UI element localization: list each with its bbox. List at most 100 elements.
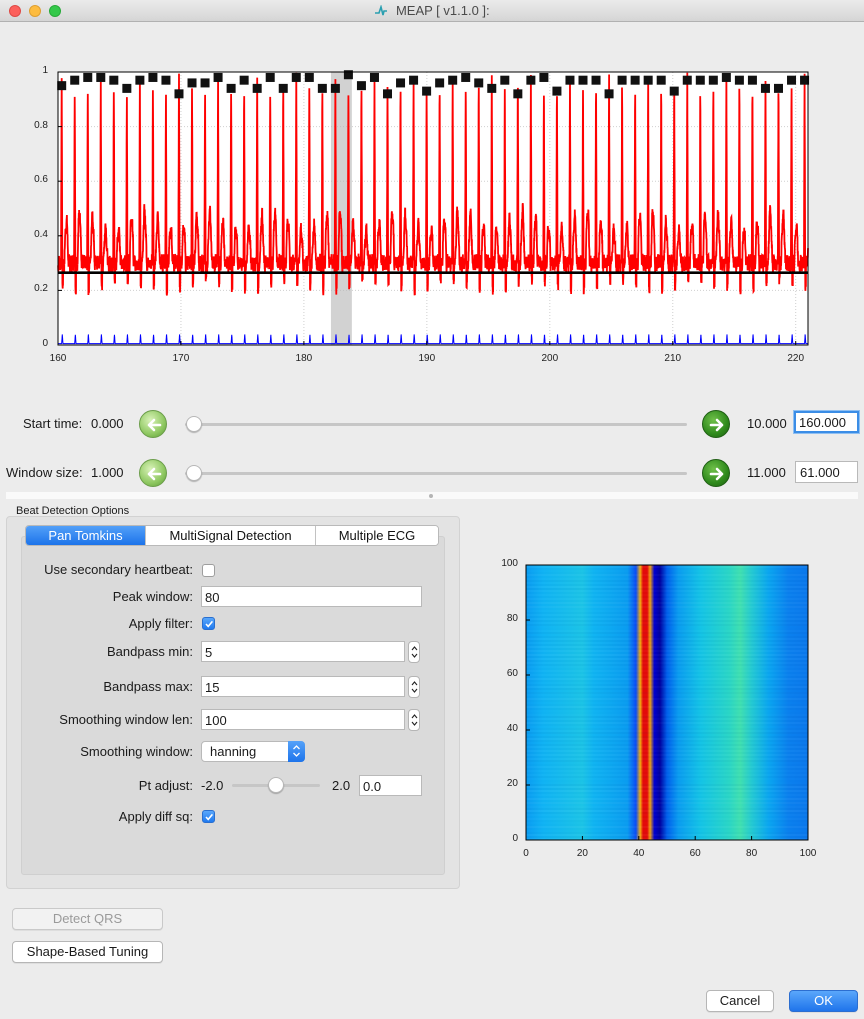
beat-marker (330, 83, 340, 93)
beat-marker (669, 86, 679, 96)
beat-marker (422, 86, 432, 96)
use-secondary-checkbox[interactable] (202, 564, 215, 577)
ok-button[interactable]: OK (789, 990, 858, 1012)
cancel-button[interactable]: Cancel (706, 990, 774, 1012)
use-secondary-label: Use secondary heartbeat: (44, 562, 193, 577)
ecg-plot-area (58, 72, 808, 345)
window-size-increase-button[interactable] (702, 459, 730, 487)
arrow-right-icon (709, 418, 724, 432)
ecg-y-tick-label: 0.4 (34, 228, 48, 240)
stepper-icon (411, 646, 418, 658)
tab-multiple-ecg[interactable]: Multiple ECG (316, 526, 438, 545)
beat-marker (787, 75, 797, 85)
beat-detection-title: Beat Detection Options (16, 505, 130, 517)
start-time-decrease-button[interactable] (139, 410, 167, 438)
start-time-slider-track[interactable] (185, 423, 687, 426)
beat-heatmap: 0 20 40 60 80 100 0 20 40 60 80 100 (480, 555, 820, 865)
beat-marker (461, 72, 471, 82)
apply-filter-checkbox[interactable] (202, 617, 215, 630)
beat-marker (291, 72, 301, 82)
window-size-slider-knob[interactable] (186, 465, 202, 481)
beat-marker (565, 75, 575, 85)
apply-diff-checkbox[interactable] (202, 810, 215, 823)
heatmap-x-tick-label: 100 (799, 848, 817, 859)
beat-marker (526, 75, 536, 85)
beat-marker (278, 83, 288, 93)
ecg-plot-canvas (57, 70, 810, 346)
beat-marker (448, 75, 458, 85)
beat-marker (539, 72, 549, 82)
beat-marker (109, 75, 119, 85)
window-size-decrease-button[interactable] (139, 459, 167, 487)
bandpass-max-input[interactable]: 15 (201, 676, 405, 697)
bandpass-min-input[interactable]: 5 (201, 641, 405, 662)
start-time-min: 0.000 (91, 416, 124, 431)
beat-marker (435, 78, 445, 88)
start-time-input[interactable]: 160.000 (794, 411, 859, 433)
bandpass-min-stepper[interactable] (408, 641, 420, 663)
bandpass-min-label: Bandpass min: (107, 644, 193, 659)
heatmap-x-tick-label: 0 (523, 848, 529, 859)
beat-marker (226, 83, 236, 93)
tab-multisignal-detection[interactable]: MultiSignal Detection (146, 526, 316, 545)
heatmap-y-tick-label: 0 (512, 833, 518, 844)
beat-marker (578, 75, 588, 85)
beat-marker (643, 75, 653, 85)
heatmap-y-tick-label: 40 (506, 723, 518, 734)
heatmap-x-tick-label: 80 (746, 848, 758, 859)
smoothing-len-input[interactable]: 100 (201, 709, 405, 730)
peak-window-input[interactable]: 80 (201, 586, 422, 607)
beat-marker (356, 81, 366, 91)
splitter-handle-icon[interactable] (429, 494, 433, 498)
beat-marker (591, 75, 601, 85)
ecg-plot[interactable]: 0 0.2 0.4 0.6 0.8 1 160 170 180 190 200 210 220 (0, 60, 864, 372)
heatmap-x-tick-label: 60 (689, 848, 701, 859)
pt-adjust-input[interactable]: 0.0 (359, 775, 422, 796)
start-time-slider-knob[interactable] (186, 416, 202, 432)
beat-marker (174, 89, 184, 99)
beat-marker (148, 72, 158, 82)
beat-marker (96, 72, 106, 82)
chevron-updown-icon (293, 745, 300, 757)
beat-marker (747, 75, 757, 85)
ecg-x-tick-label: 200 (541, 353, 559, 364)
beat-marker (708, 75, 718, 85)
detect-qrs-button[interactable]: Detect QRS (12, 908, 163, 930)
checkmark-icon (205, 813, 214, 821)
beat-marker (135, 75, 145, 85)
heatmap-x-tick-label: 20 (576, 848, 588, 859)
pt-adjust-slider-knob[interactable] (268, 777, 284, 793)
tab-pan-tomkins[interactable]: Pan Tomkins (26, 526, 146, 545)
pt-adjust-label: Pt adjust: (138, 778, 193, 793)
start-time-increase-button[interactable] (702, 410, 730, 438)
ecg-y-tick-label: 0.8 (34, 119, 48, 131)
start-time-label: Start time: (23, 416, 83, 431)
smoothing-window-select[interactable]: hanning (201, 741, 305, 762)
beat-marker (57, 81, 67, 91)
heatmap-y-tick-label: 60 (506, 668, 518, 679)
ecg-x-tick-label: 220 (787, 353, 805, 364)
bandpass-max-stepper[interactable] (408, 676, 420, 698)
arrow-right-icon (709, 467, 724, 481)
ecg-y-tick-label: 0.2 (34, 283, 48, 295)
beat-marker (187, 78, 197, 88)
heatmap-y-tick-label: 20 (506, 778, 518, 789)
beat-marker (369, 72, 379, 82)
window-size-slider-track[interactable] (185, 472, 687, 475)
window-size-input[interactable]: 61.000 (795, 461, 858, 483)
beat-marker (239, 75, 249, 85)
ecg-y-tick-label: 0 (42, 338, 48, 349)
beat-marker (265, 72, 275, 82)
beat-marker (396, 78, 406, 88)
beat-marker (721, 72, 731, 82)
shape-based-tuning-button[interactable]: Shape-Based Tuning (12, 941, 163, 963)
beat-marker (122, 83, 132, 93)
smoothing-len-stepper[interactable] (408, 709, 420, 731)
beat-marker (487, 83, 497, 93)
start-time-max: 10.000 (747, 416, 787, 431)
window-size-min: 1.000 (91, 465, 124, 480)
beat-marker (70, 75, 80, 85)
pt-adjust-max: 2.0 (332, 778, 351, 793)
pt-adjust-min: -2.0 (201, 778, 224, 793)
beat-marker (474, 78, 484, 88)
